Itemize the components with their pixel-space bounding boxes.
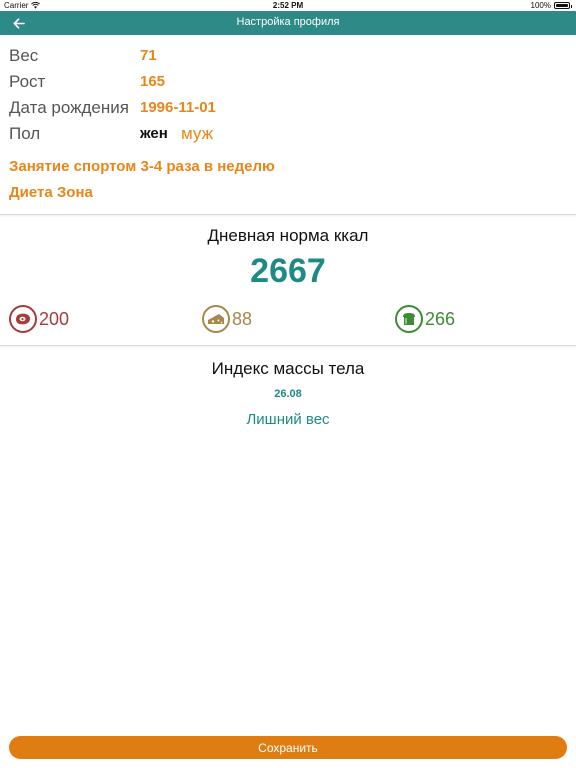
weight-value[interactable]: 71 <box>140 47 157 64</box>
gender-label: Пол <box>9 124 41 143</box>
section-divider <box>0 345 576 346</box>
carbs-value: 266 <box>425 308 456 329</box>
daily-kcal-value: 2667 <box>250 252 326 290</box>
protein-value: 200 <box>39 308 70 329</box>
protein-macro: 200 <box>9 304 69 334</box>
meat-icon <box>9 305 37 333</box>
activity-level-link[interactable]: Занятие спортом 3-4 раза в неделю <box>9 158 275 175</box>
navigation-bar: Настройка профиля <box>0 11 576 35</box>
clock: 2:52 PM <box>272 1 304 10</box>
battery-percent: 100% <box>530 1 551 10</box>
diet-link[interactable]: Диета Зона <box>9 184 93 201</box>
fat-value: 88 <box>232 308 253 329</box>
page-title: Настройка профиля <box>236 16 340 28</box>
bmi-value: 26.08 <box>274 388 302 400</box>
birthdate-label: Дата рождения <box>9 98 129 117</box>
height-label: Рост <box>9 72 46 91</box>
status-bar: Carrier 2:52 PM 100% <box>0 0 576 11</box>
birthdate-value[interactable]: 1996-11-01 <box>140 99 216 116</box>
bread-icon <box>395 305 423 333</box>
save-button[interactable]: Сохранить <box>9 736 567 759</box>
height-value[interactable]: 165 <box>140 73 165 90</box>
weight-label: Вес <box>9 46 39 65</box>
battery-indicator: 100% <box>530 1 572 10</box>
battery-icon <box>554 2 572 9</box>
cheese-icon <box>202 305 230 333</box>
bmi-title: Индекс массы тела <box>211 359 365 378</box>
fat-macro: 88 <box>202 304 252 334</box>
daily-kcal-title: Дневная норма ккал <box>207 226 369 245</box>
profile-settings: Вес 71 Рост 165 Дата рождения 1996-11-01… <box>0 35 576 213</box>
gender-female-option[interactable]: жен <box>140 125 168 142</box>
section-divider <box>0 214 576 215</box>
carbs-macro: 266 <box>395 304 455 334</box>
gender-male-option[interactable]: муж <box>181 124 213 144</box>
bmi-status: Лишний вес <box>246 411 330 428</box>
